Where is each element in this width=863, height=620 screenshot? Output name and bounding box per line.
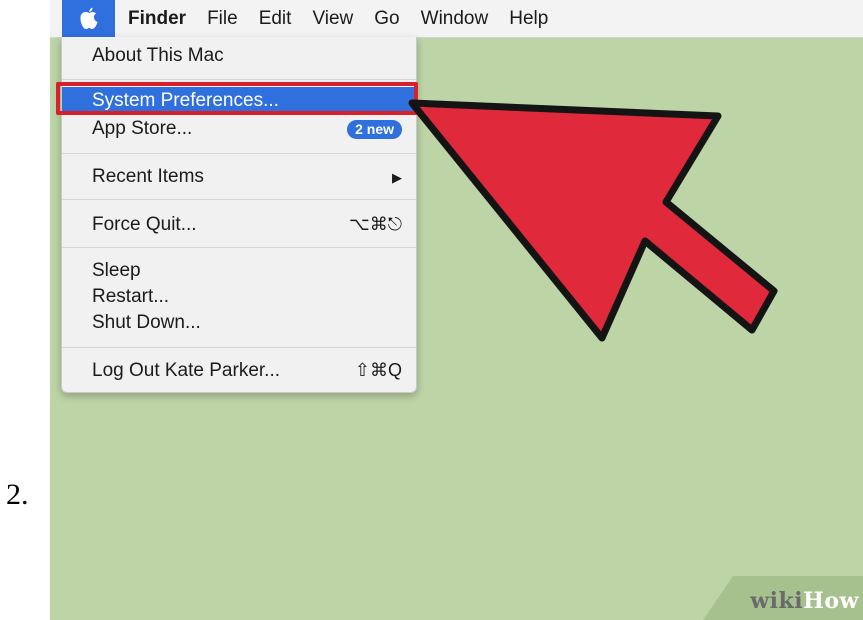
step-number: 2. — [6, 478, 29, 511]
watermark-text: wikiHow — [750, 588, 859, 614]
watermark-how: How — [803, 588, 859, 614]
annotation-arrow-icon — [408, 99, 778, 342]
desktop-screen: Finder File Edit View Go Window Help Abo… — [50, 0, 863, 620]
wikihow-watermark: wikiHow — [703, 576, 863, 620]
watermark-wiki: wiki — [750, 588, 804, 614]
